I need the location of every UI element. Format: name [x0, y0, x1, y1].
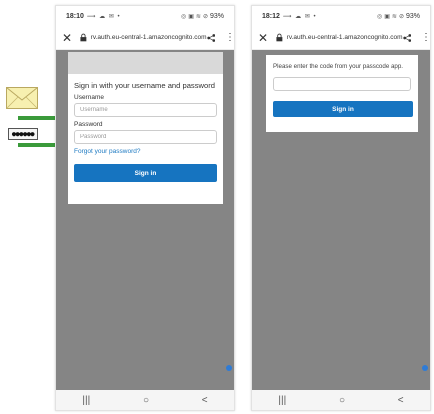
status-bar: 18:12 ⟿ ☁ ✉ • ◎ ▣ ≋ ⊘ 93% — [252, 6, 430, 26]
passcode-field[interactable] — [273, 77, 411, 91]
system-icons: ◎ ▣ ≋ ⊘ 93% — [181, 13, 224, 20]
lock-icon — [276, 33, 283, 42]
notification-icons: ⟿ ☁ ✉ • — [86, 13, 121, 20]
mfa-card: Please enter the code from your passcode… — [266, 55, 418, 132]
sign-in-button[interactable]: Sign in — [74, 164, 217, 182]
home-icon[interactable]: ○ — [143, 395, 149, 406]
vibrate-icon: ▣ — [188, 13, 194, 20]
battery-level: 93% — [405, 12, 420, 20]
page-viewport: Please enter the code from your passcode… — [252, 50, 430, 392]
mfa-message: Please enter the code from your passcode… — [273, 63, 404, 70]
left-phone-screen: 18:10 ⟿ ☁ ✉ • ◎ ▣ ≋ ⊘ 93% ✕ rv.auth.eu-c… — [55, 5, 235, 411]
password-field[interactable] — [74, 130, 217, 144]
status-time: 18:10 — [66, 12, 84, 20]
more-options-icon[interactable]: ⋮ — [225, 32, 234, 43]
share-icon[interactable] — [402, 33, 411, 43]
status-bar: 18:10 ⟿ ☁ ✉ • ◎ ▣ ≋ ⊘ 93% — [56, 6, 234, 26]
floating-dot-icon[interactable] — [226, 365, 232, 371]
browser-url-bar: ✕ rv.auth.eu-central-1.amazoncognito.com… — [252, 26, 430, 50]
signal-icon: ≋ — [391, 13, 397, 20]
login-banner — [68, 52, 223, 74]
notification-icons: ⟿ ☁ ✉ • — [282, 13, 317, 20]
right-phone-screen: 18:12 ⟿ ☁ ✉ • ◎ ▣ ≋ ⊘ 93% ✕ rv.auth.eu-c… — [251, 5, 431, 411]
share-icon[interactable] — [206, 33, 215, 43]
close-icon[interactable]: ✕ — [62, 31, 74, 45]
browser-url-bar: ✕ rv.auth.eu-central-1.amazoncognito.com… — [56, 26, 234, 50]
recents-icon[interactable]: ||| — [278, 395, 286, 406]
battery-icon: ⊘ — [202, 13, 208, 20]
url-text[interactable]: rv.auth.eu-central-1.amazoncognito.com — [91, 34, 207, 41]
android-nav-bar: ||| ○ < — [252, 390, 430, 410]
login-card: Sign in with your username and password … — [68, 52, 223, 204]
envelope-icon — [6, 87, 38, 109]
lock-icon — [80, 33, 87, 42]
floating-dot-icon[interactable] — [422, 365, 428, 371]
more-options-icon[interactable]: ⋮ — [421, 32, 430, 43]
url-text[interactable]: rv.auth.eu-central-1.amazoncognito.com — [287, 34, 403, 41]
battery-icon: ⊘ — [398, 13, 404, 20]
forgot-password-link[interactable]: Forgot your password? — [74, 148, 217, 155]
wifi-icon: ◎ — [181, 13, 187, 20]
page-viewport: Sign in with your username and password … — [56, 50, 234, 392]
system-icons: ◎ ▣ ≋ ⊘ 93% — [377, 13, 420, 20]
password-label: Password — [74, 121, 103, 128]
home-icon[interactable]: ○ — [339, 395, 345, 406]
mfa-sign-in-button[interactable]: Sign in — [273, 101, 413, 117]
username-label: Username — [74, 94, 104, 101]
login-heading: Sign in with your username and password — [74, 81, 215, 90]
status-time: 18:12 — [262, 12, 280, 20]
vibrate-icon: ▣ — [384, 13, 390, 20]
username-field[interactable] — [74, 103, 217, 117]
back-icon[interactable]: < — [202, 395, 208, 406]
wifi-icon: ◎ — [377, 13, 383, 20]
battery-level: 93% — [209, 12, 224, 20]
back-icon[interactable]: < — [398, 395, 404, 406]
signal-icon: ≋ — [195, 13, 201, 20]
close-icon[interactable]: ✕ — [258, 31, 270, 45]
android-nav-bar: ||| ○ < — [56, 390, 234, 410]
recents-icon[interactable]: ||| — [82, 395, 90, 406]
